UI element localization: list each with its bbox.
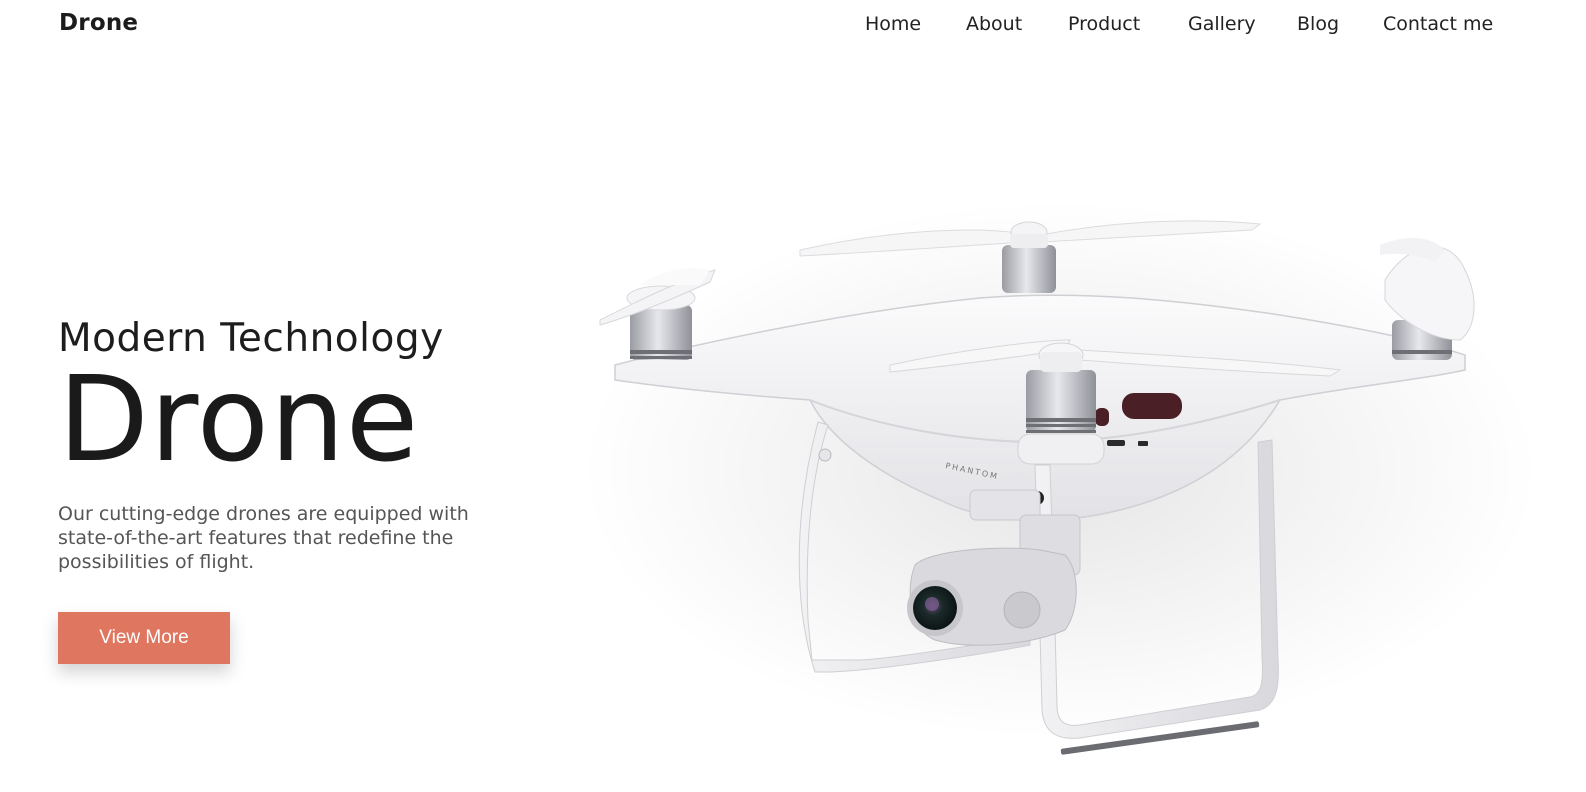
drone-image: PHANTOM [580,200,1540,755]
nav-contact-link[interactable]: Contact me [1383,13,1493,35]
hero-description: Our cutting-edge drones are equipped wit… [58,503,469,573]
hero-title: Drone [58,350,420,488]
nav-blog-link[interactable]: Blog [1297,13,1339,35]
nav-home-link[interactable]: Home [865,13,921,35]
nav-product-link[interactable]: Product [1068,13,1140,35]
nav-gallery-link[interactable]: Gallery [1188,13,1256,35]
view-more-button[interactable]: View More [58,612,230,664]
nav-about-link[interactable]: About [966,13,1022,35]
main-navigation: Home About Product Gallery Blog Contact … [0,13,1586,39]
